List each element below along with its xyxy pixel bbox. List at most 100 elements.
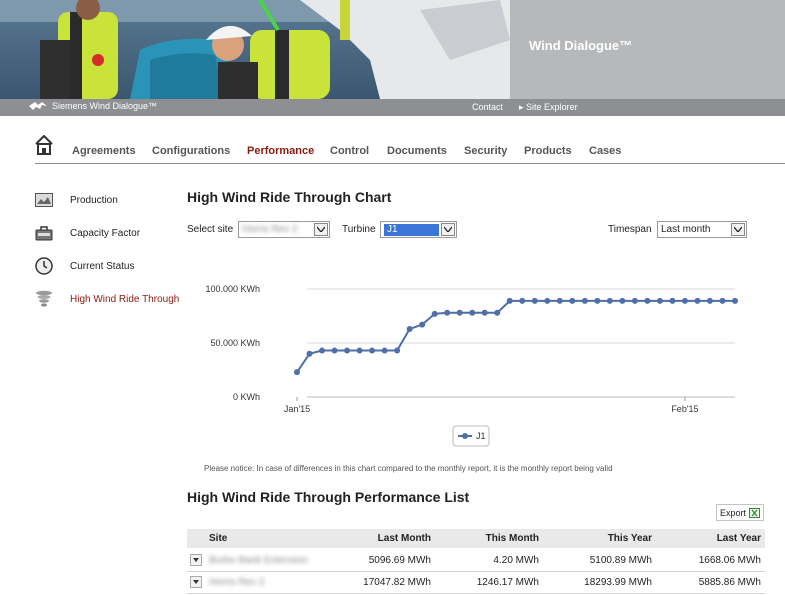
chevron-down-icon xyxy=(314,223,328,236)
tab-security[interactable]: Security xyxy=(464,145,507,157)
data-point xyxy=(294,369,300,376)
series-line xyxy=(296,299,735,373)
cell-this-year: 5100.89 MWh xyxy=(543,549,656,572)
data-point xyxy=(631,297,638,304)
siemens-logo-icon xyxy=(29,102,47,110)
data-point xyxy=(394,347,401,354)
site-explorer-label: Site Explorer xyxy=(526,102,578,112)
data-point xyxy=(681,297,688,304)
top-strip: Siemens Wind Dialogue™ Contact ▸ Site Ex… xyxy=(0,99,785,116)
sidebar-item-production[interactable]: Production xyxy=(35,191,118,209)
column-header-site[interactable]: Site xyxy=(205,529,315,550)
data-point xyxy=(569,297,576,304)
row-expand-cell xyxy=(187,549,205,572)
data-point xyxy=(706,297,713,304)
row-expand-cell xyxy=(187,571,205,594)
data-point xyxy=(694,297,701,304)
brand[interactable]: Siemens Wind Dialogue™ xyxy=(28,101,157,111)
data-point xyxy=(556,297,563,304)
cell-last-month: 5096.69 MWh xyxy=(315,549,435,572)
expand-row-button[interactable] xyxy=(190,576,202,588)
chart-notice: Please notice: In case of differences in… xyxy=(204,464,613,473)
cell-this-year: 18293.99 MWh xyxy=(543,571,656,594)
site-explorer-link[interactable]: ▸ Site Explorer xyxy=(519,102,578,113)
tab-cases[interactable]: Cases xyxy=(589,145,621,157)
export-label: Export xyxy=(719,507,746,518)
y-tick-label: 50.000 KWh xyxy=(210,338,260,348)
tab-performance[interactable]: Performance xyxy=(247,145,314,157)
data-point xyxy=(469,309,476,316)
export-button[interactable]: Export xyxy=(716,504,764,521)
table-row[interactable]: Horns Rev 2 17047.82 MWh 1246.17 MWh 182… xyxy=(187,571,765,594)
chart-svg: 100.000 KWh 50.000 KWh 0 KWh Jan'15 Feb'15 J1 xyxy=(205,284,738,447)
data-point xyxy=(656,297,663,304)
header-banner: Wind Dialogue™ xyxy=(0,0,785,99)
data-point xyxy=(319,347,326,354)
data-point xyxy=(494,309,501,316)
chevron-down-icon xyxy=(441,223,455,236)
data-point xyxy=(719,297,726,304)
data-point xyxy=(356,347,363,354)
data-point xyxy=(732,297,738,304)
select-site-label: Select site xyxy=(187,224,234,235)
chevron-down-icon xyxy=(731,223,745,236)
column-header-last-month[interactable]: Last Month xyxy=(315,529,435,550)
tab-products[interactable]: Products xyxy=(524,145,572,157)
tornado-icon xyxy=(35,290,53,308)
sidebar-item-label: Production xyxy=(70,194,118,206)
table-header-row: Site Last Month This Month This Year Las… xyxy=(187,529,765,550)
data-point xyxy=(506,297,513,304)
data-point xyxy=(619,297,626,304)
legend-marker xyxy=(462,433,468,439)
cell-last-year: 1668.06 MWh xyxy=(656,549,765,572)
sidebar-item-label: Capacity Factor xyxy=(70,227,141,239)
sidebar-item-high-wind-ride-through[interactable]: High Wind Ride Through xyxy=(35,290,179,308)
cell-last-month: 17047.82 MWh xyxy=(315,571,435,594)
data-point xyxy=(419,321,426,328)
turbine-select[interactable]: J1 xyxy=(380,221,457,238)
banner-title-panel: Wind Dialogue™ xyxy=(510,0,785,99)
data-point xyxy=(406,325,413,332)
data-point xyxy=(606,297,613,304)
tabs-divider xyxy=(35,163,785,164)
data-point xyxy=(444,309,451,316)
data-point xyxy=(306,350,313,357)
production-icon xyxy=(35,191,53,209)
page-title: High Wind Ride Through Chart xyxy=(187,189,392,205)
data-point xyxy=(344,347,351,354)
legend-label: J1 xyxy=(476,431,486,441)
timespan-select[interactable]: Last month xyxy=(657,221,747,238)
column-header-this-month[interactable]: This Month xyxy=(435,529,543,550)
timespan-label: Timespan xyxy=(608,224,652,235)
data-point xyxy=(531,297,538,304)
tab-configurations[interactable]: Configurations xyxy=(152,145,230,157)
data-point xyxy=(369,347,376,354)
turbine-label: Turbine xyxy=(342,224,376,235)
expand-row-button[interactable] xyxy=(190,554,202,567)
capacity-factor-icon xyxy=(35,224,53,242)
sidebar-item-current-status[interactable]: Current Status xyxy=(35,257,134,275)
timespan-select-value: Last month xyxy=(661,224,711,235)
column-header-this-year[interactable]: This Year xyxy=(543,529,656,550)
sidebar-item-label: Current Status xyxy=(70,260,135,272)
x-tick-label: Jan'15 xyxy=(284,404,310,414)
data-point xyxy=(331,347,338,354)
clock-icon xyxy=(35,257,53,275)
tab-agreements[interactable]: Agreements xyxy=(72,145,136,157)
cell-site: Burbo Bank Extension xyxy=(205,549,315,572)
column-header-last-year[interactable]: Last Year xyxy=(656,529,765,550)
contact-link[interactable]: Contact xyxy=(472,102,503,112)
site-select[interactable]: Horns Rev 2 xyxy=(238,221,330,238)
data-point xyxy=(431,310,438,317)
tab-documents[interactable]: Documents xyxy=(387,145,447,157)
data-point xyxy=(594,297,601,304)
cell-site: Horns Rev 2 xyxy=(205,571,315,594)
sidebar-item-capacity-factor[interactable]: Capacity Factor xyxy=(35,224,140,242)
chevron-down-icon xyxy=(193,580,199,584)
home-icon[interactable] xyxy=(35,134,53,155)
tab-control[interactable]: Control xyxy=(330,145,369,157)
data-point xyxy=(581,297,588,304)
cell-this-month: 1246.17 MWh xyxy=(435,571,543,594)
hwrt-chart: 100.000 KWh 50.000 KWh 0 KWh Jan'15 Feb'15 J1 xyxy=(187,275,747,458)
table-row[interactable]: Burbo Bank Extension 5096.69 MWh 4.20 MW… xyxy=(187,549,765,572)
